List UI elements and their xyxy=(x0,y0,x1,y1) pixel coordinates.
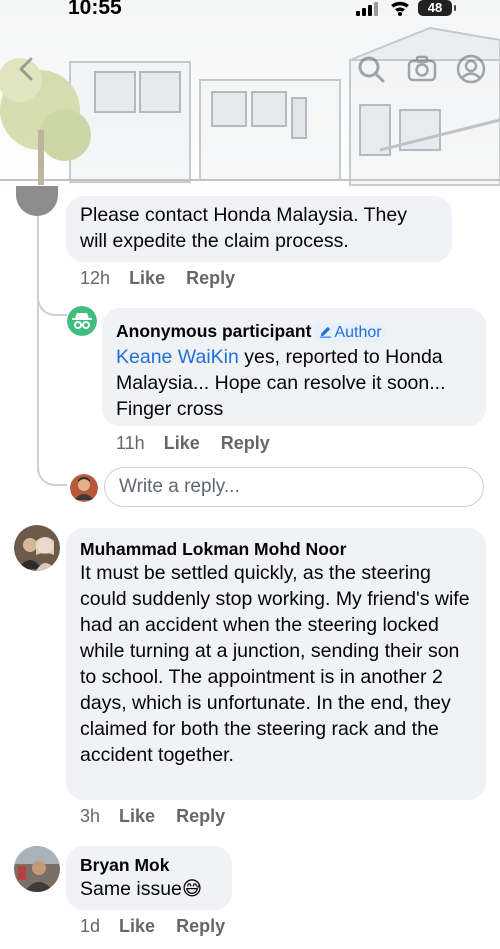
comment-time: 12h xyxy=(80,268,111,288)
status-time: 10:55 xyxy=(68,0,122,19)
like-button[interactable]: Like xyxy=(129,268,165,288)
search-icon[interactable] xyxy=(356,54,386,84)
comment-bubble: Bryan Mok Same issue😅 xyxy=(66,846,232,910)
like-button[interactable]: Like xyxy=(119,806,155,826)
sweat-smile-emoji-icon: 😅 xyxy=(181,878,203,900)
cellular-signal-icon xyxy=(356,2,378,16)
back-icon[interactable] xyxy=(12,54,42,84)
comment-text: Same issue xyxy=(80,878,182,900)
comment-actions: 3h Like Reply xyxy=(80,806,241,827)
author-badge: Author xyxy=(315,323,386,343)
avatar[interactable] xyxy=(14,846,60,892)
like-button[interactable]: Like xyxy=(119,916,155,936)
comment-text: Please contact Honda Malaysia. They will… xyxy=(80,204,407,252)
comment-text: It must be settled quickly, as the steer… xyxy=(80,562,470,766)
comment-actions: 12h Like Reply xyxy=(80,268,251,289)
avatar[interactable] xyxy=(16,186,58,216)
comment-actions: 1d Like Reply xyxy=(80,916,241,937)
status-bar: 10:55 48 xyxy=(0,0,500,22)
comment-author[interactable]: Muhammad Lokman Mohd Noor xyxy=(80,538,472,560)
comment-author[interactable]: Anonymous participant xyxy=(116,321,311,341)
wifi-icon xyxy=(391,1,409,16)
user-avatar xyxy=(70,474,98,502)
comment-time: 1d xyxy=(80,916,101,936)
comment-time: 11h xyxy=(116,433,145,453)
thread-connector-branch xyxy=(37,270,67,316)
mention-link[interactable]: Keane WaiKin xyxy=(116,346,239,368)
anonymous-avatar-icon[interactable] xyxy=(67,306,97,336)
camera-icon[interactable] xyxy=(407,54,437,84)
house-photo xyxy=(0,26,500,186)
reply-button[interactable]: Reply xyxy=(176,916,225,936)
comment-author[interactable]: Bryan Mok xyxy=(80,854,218,876)
thread-connector-branch xyxy=(37,430,67,486)
reply-button[interactable]: Reply xyxy=(176,806,225,826)
author-badge-label: Author xyxy=(334,324,382,341)
comment-actions: 11h Like Reply xyxy=(116,433,286,454)
reply-button[interactable]: Reply xyxy=(221,433,270,453)
reply-button[interactable]: Reply xyxy=(186,268,235,288)
battery-indicator: 48 xyxy=(418,0,456,16)
pencil-icon xyxy=(320,326,332,338)
comment-time: 3h xyxy=(80,806,101,826)
comment-bubble: Anonymous participant Author Keane WaiKin… xyxy=(102,308,486,426)
comment-bubble: Muhammad Lokman Mohd Noor It must be set… xyxy=(66,528,486,800)
comment-bubble: Please contact Honda Malaysia. They will… xyxy=(66,196,452,262)
avatar[interactable] xyxy=(14,525,60,571)
like-button[interactable]: Like xyxy=(164,433,200,453)
reply-input[interactable] xyxy=(104,467,484,507)
header-photo: 10:55 48 xyxy=(0,0,500,195)
profile-icon[interactable] xyxy=(456,54,486,84)
